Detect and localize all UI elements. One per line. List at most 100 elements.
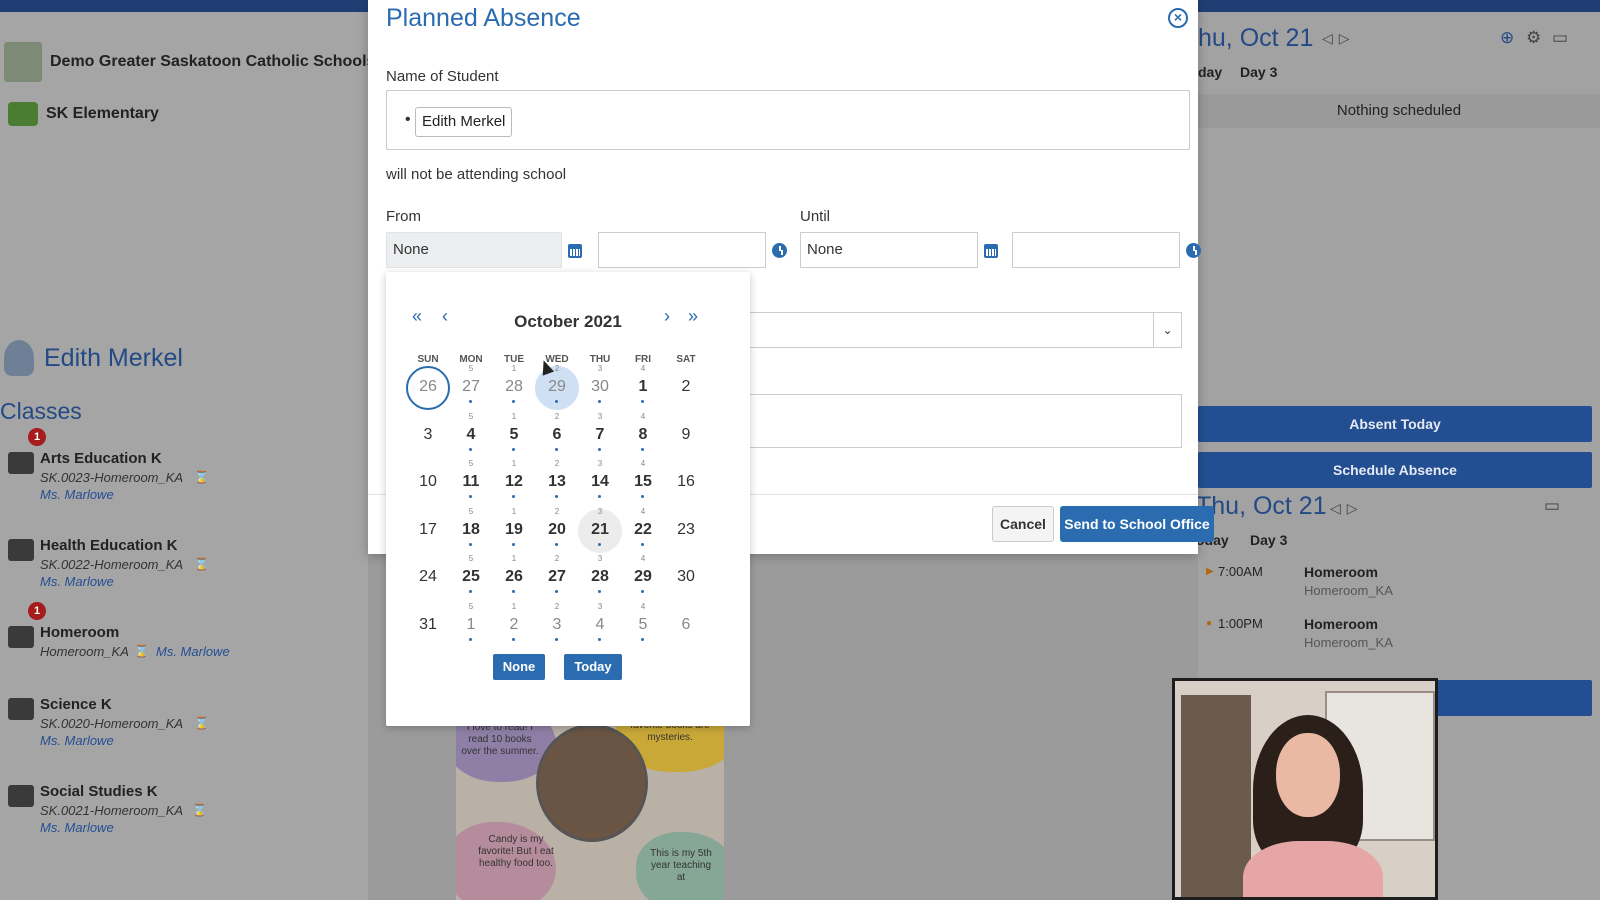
school-name: SK Elementary xyxy=(46,105,159,122)
event-dot-icon xyxy=(598,400,601,403)
calendar-day[interactable]: 23 xyxy=(535,602,579,648)
class-teacher[interactable]: Ms. Marlowe xyxy=(40,733,114,748)
calendar-day[interactable]: 10 xyxy=(406,459,450,505)
class-teacher[interactable]: Ms. Marlowe xyxy=(156,644,230,659)
calendar-day[interactable]: 3 21 xyxy=(578,507,622,553)
note-textarea[interactable] xyxy=(736,394,1182,448)
day-number: 1 xyxy=(638,378,648,395)
calendar-day[interactable]: 5 25 xyxy=(449,554,493,600)
none-button[interactable]: None xyxy=(493,654,545,680)
calendar-day[interactable]: 54 xyxy=(449,412,493,458)
hourglass-icon: ⌛ xyxy=(192,803,207,817)
next-month-button[interactable]: › xyxy=(664,306,670,327)
calendar-day[interactable]: 5 27 xyxy=(449,364,493,410)
calendar-day[interactable]: 9 xyxy=(664,412,708,458)
cancel-button[interactable]: Cancel xyxy=(992,506,1054,542)
calendar-day[interactable]: 1 12 xyxy=(492,459,536,505)
day-number: 2 xyxy=(509,616,519,633)
calendar-day[interactable]: 3 14 xyxy=(578,459,622,505)
today-button[interactable]: Today xyxy=(564,654,622,680)
clock-icon[interactable] xyxy=(772,243,787,258)
calendar-day[interactable]: 3 xyxy=(406,412,450,458)
class-teacher[interactable]: Ms. Marlowe xyxy=(40,487,114,502)
student-name-field[interactable]: • Edith Merkel xyxy=(386,90,1190,150)
calendar-icon[interactable] xyxy=(984,244,998,258)
calendar-day[interactable]: 2 13 xyxy=(535,459,579,505)
calendar-day[interactable]: 34 xyxy=(578,602,622,648)
webcam-video xyxy=(1172,678,1438,900)
calendar-day[interactable]: 2 20 xyxy=(535,507,579,553)
class-icon xyxy=(8,698,34,720)
calendar-day[interactable]: 1 26 xyxy=(492,554,536,600)
class-teacher[interactable]: Ms. Marlowe xyxy=(40,820,114,835)
schedule-title: Homeroom xyxy=(1304,564,1378,580)
day-cycle-number: 5 xyxy=(468,364,474,373)
day-cycle-number: 1 xyxy=(511,506,517,516)
from-date-input[interactable]: None xyxy=(386,232,562,268)
calendar-day[interactable]: 3 30 xyxy=(578,364,622,410)
calendar-day[interactable]: 3 28 xyxy=(578,554,622,600)
class-code: SK.0020-Homeroom_KA xyxy=(40,716,184,731)
absent-today-button[interactable]: Absent Today xyxy=(1198,406,1592,442)
video-door xyxy=(1181,695,1251,897)
calendar-day[interactable]: 37 xyxy=(578,412,622,458)
add-icon[interactable]: ⊕ xyxy=(1500,28,1514,48)
calendar-day[interactable]: 26 xyxy=(535,412,579,458)
calendar-day[interactable]: 5 18 xyxy=(449,507,493,553)
calendar-icon[interactable] xyxy=(568,244,582,258)
calendar-day[interactable]: 12 xyxy=(492,602,536,648)
chevron-down-icon: ⌄ xyxy=(1153,313,1181,347)
calendar-day[interactable]: 4 22 xyxy=(621,507,665,553)
day-number: 5 xyxy=(509,425,519,443)
calendar-day[interactable]: 17 xyxy=(406,507,450,553)
calendar-day[interactable]: 31 xyxy=(406,602,450,648)
student-chip[interactable]: Edith Merkel xyxy=(415,107,513,137)
calendar-icon[interactable]: ▭ xyxy=(1552,28,1568,48)
calendar-day[interactable]: 4 29 xyxy=(621,554,665,600)
dot-icon: ● xyxy=(1206,618,1213,629)
calendar-day[interactable]: 4 15 xyxy=(621,459,665,505)
until-time-input[interactable] xyxy=(1012,232,1180,268)
from-label: From xyxy=(386,208,421,225)
calendar-day[interactable]: 45 xyxy=(621,602,665,648)
calendar-icon[interactable]: ▭ xyxy=(1544,496,1560,516)
calendar-day[interactable]: 51 xyxy=(449,602,493,648)
day-cycle-number: 4 xyxy=(640,364,646,373)
calendar-day[interactable]: 26 xyxy=(406,364,450,410)
school-row-district[interactable]: Demo Greater Saskatoon Catholic Schools xyxy=(4,42,375,82)
reason-select[interactable]: ⌄ xyxy=(736,312,1182,348)
date-nav-arrows-top[interactable]: ◁▷ xyxy=(1322,30,1356,47)
calendar-day[interactable]: 30 xyxy=(664,554,708,600)
student-name[interactable]: Edith Merkel xyxy=(44,344,183,373)
calendar-day[interactable]: 41 xyxy=(621,364,665,410)
day-number: 28 xyxy=(505,378,523,395)
calendar-day[interactable]: 1 19 xyxy=(492,507,536,553)
school-row-elementary[interactable]: SK Elementary xyxy=(4,102,159,126)
gear-icon[interactable]: ⚙ xyxy=(1526,28,1541,48)
schedule-absence-button[interactable]: Schedule Absence xyxy=(1198,452,1592,488)
send-to-school-office-button[interactable]: Send to School Office xyxy=(1060,506,1214,542)
calendar-day[interactable]: 48 xyxy=(621,412,665,458)
date-nav-arrows-bottom[interactable]: ◁▷ xyxy=(1330,500,1364,517)
calendar-day[interactable]: 2 xyxy=(664,364,708,410)
until-date-input[interactable]: None xyxy=(800,232,978,268)
class-teacher[interactable]: Ms. Marlowe xyxy=(40,574,114,589)
calendar-day[interactable]: 5 11 xyxy=(449,459,493,505)
day-number: 26 xyxy=(419,378,437,395)
next-year-button[interactable]: » xyxy=(688,306,698,327)
clock-icon[interactable] xyxy=(1186,243,1201,258)
calendar-day[interactable]: 2 27 xyxy=(535,554,579,600)
day-number: 4 xyxy=(595,616,605,633)
calendar-day[interactable]: 15 xyxy=(492,412,536,458)
school-logo-icon xyxy=(8,102,38,126)
bullet-icon: • xyxy=(405,111,411,128)
close-icon[interactable]: × xyxy=(1168,8,1188,28)
calendar-day[interactable]: 1 28 xyxy=(492,364,536,410)
calendar-day[interactable]: 6 xyxy=(664,602,708,648)
calendar-day[interactable]: 16 xyxy=(664,459,708,505)
class-name: Social Studies K xyxy=(40,783,158,800)
calendar-day[interactable]: 23 xyxy=(664,507,708,553)
class-icon xyxy=(8,452,34,474)
from-time-input[interactable] xyxy=(598,232,766,268)
calendar-day[interactable]: 24 xyxy=(406,554,450,600)
